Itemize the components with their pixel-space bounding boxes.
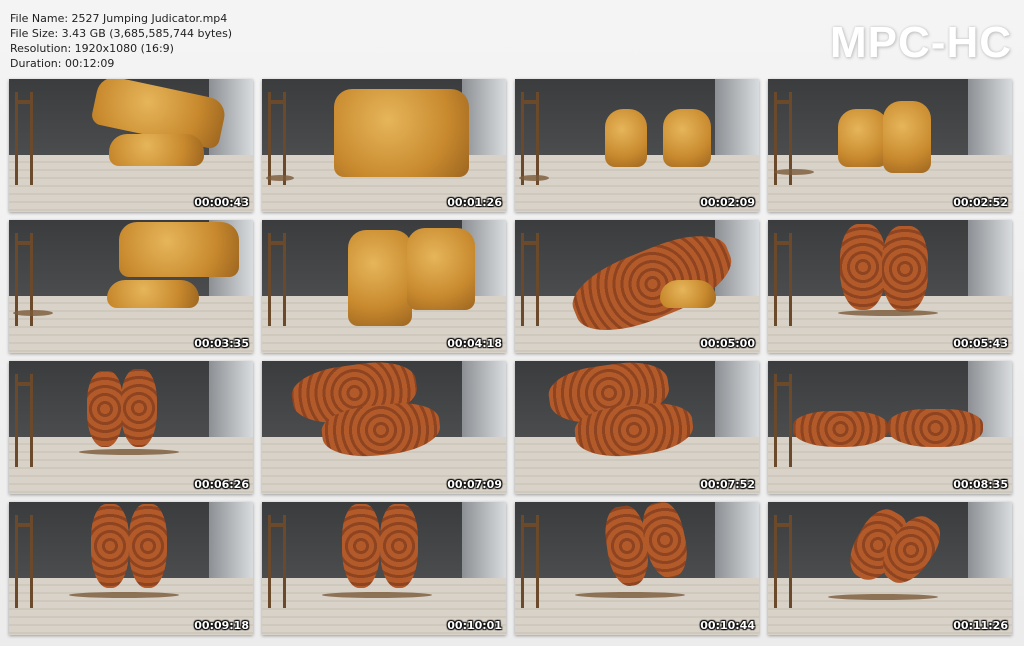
timestamp: 00:04:18 [447, 337, 502, 350]
timestamp: 00:06:26 [194, 478, 249, 491]
debris [519, 175, 549, 181]
boot-image [883, 101, 931, 173]
boot-sole-image [342, 504, 380, 588]
thumbnail-grid: 00:00:43 00:01:26 00:02:09 00:02:52 00:0… [9, 79, 1012, 635]
boot-image [605, 109, 647, 167]
file-size: File Size: 3.43 GB (3,685,585,744 bytes) [10, 27, 233, 40]
thumbnail[interactable]: 00:03:35 [9, 220, 253, 353]
thumbnail[interactable]: 00:11:26 [768, 502, 1012, 635]
thumbnail[interactable]: 00:04:18 [262, 220, 506, 353]
chair [268, 515, 286, 609]
chair [268, 233, 286, 327]
thumbnail[interactable]: 00:10:01 [262, 502, 506, 635]
timestamp: 00:02:52 [953, 196, 1008, 209]
chair [521, 233, 539, 327]
timestamp: 00:10:01 [447, 619, 502, 632]
chair [521, 515, 539, 609]
boot-image [334, 89, 469, 177]
duration: Duration: 00:12:09 [10, 57, 115, 70]
boot-sole-image [380, 504, 418, 588]
debris [575, 592, 685, 598]
timestamp: 00:03:35 [194, 337, 249, 350]
debris [79, 449, 179, 455]
boot-image [838, 109, 888, 167]
thumbnail[interactable]: 00:07:52 [515, 361, 759, 494]
chair [774, 515, 792, 609]
timestamp: 00:00:43 [194, 196, 249, 209]
boot-image [119, 222, 239, 277]
boot-image [348, 230, 412, 326]
debris [828, 594, 938, 600]
timestamp: 00:01:26 [447, 196, 502, 209]
thumbnail[interactable]: 00:07:09 [262, 361, 506, 494]
boot-image [663, 109, 711, 167]
boot-sole-image [882, 226, 928, 312]
mpc-hc-logo: MPC-HC [830, 18, 1012, 67]
boot-image [109, 134, 204, 166]
thumbnail[interactable]: 00:09:18 [9, 502, 253, 635]
chair [268, 92, 286, 186]
thumbnail[interactable]: 00:08:35 [768, 361, 1012, 494]
timestamp: 00:10:44 [700, 619, 755, 632]
timestamp: 00:07:09 [447, 478, 502, 491]
boot-sole-image [793, 411, 888, 447]
thumbnail[interactable]: 00:06:26 [9, 361, 253, 494]
boot-image [107, 280, 199, 308]
debris [13, 310, 53, 316]
timestamp: 00:07:52 [700, 478, 755, 491]
timestamp: 00:02:09 [700, 196, 755, 209]
thumbnail[interactable]: 00:10:44 [515, 502, 759, 635]
boot-image [660, 280, 716, 308]
thumbnail[interactable]: 00:01:26 [262, 79, 506, 212]
chair [521, 92, 539, 186]
chair [15, 92, 33, 186]
thumbnail[interactable]: 00:05:43 [768, 220, 1012, 353]
file-info: File Name: 2527 Jumping Judicator.mp4 Fi… [10, 11, 232, 71]
chair [774, 374, 792, 468]
chair [15, 374, 33, 468]
thumbnail[interactable]: 00:02:09 [515, 79, 759, 212]
thumbnail[interactable]: 00:00:43 [9, 79, 253, 212]
timestamp: 00:08:35 [953, 478, 1008, 491]
boot-sole-image [888, 409, 983, 447]
boot-image [407, 228, 475, 310]
debris [69, 592, 179, 598]
thumbnail[interactable]: 00:05:00 [515, 220, 759, 353]
boot-sole-image [121, 369, 157, 447]
timestamp: 00:05:43 [953, 337, 1008, 350]
debris [266, 175, 294, 181]
boot-sole-image [87, 371, 123, 447]
timestamp: 00:09:18 [194, 619, 249, 632]
boot-sole-image [129, 504, 167, 588]
debris [322, 592, 432, 598]
debris [774, 169, 814, 175]
file-name: File Name: 2527 Jumping Judicator.mp4 [10, 12, 228, 25]
chair [774, 233, 792, 327]
resolution: Resolution: 1920x1080 (16:9) [10, 42, 174, 55]
timestamp: 00:11:26 [953, 619, 1008, 632]
chair [15, 515, 33, 609]
boot-sole-image [840, 224, 886, 310]
timestamp: 00:05:00 [700, 337, 755, 350]
boot-sole-image [91, 504, 129, 588]
thumbnail[interactable]: 00:02:52 [768, 79, 1012, 212]
debris [838, 310, 938, 316]
